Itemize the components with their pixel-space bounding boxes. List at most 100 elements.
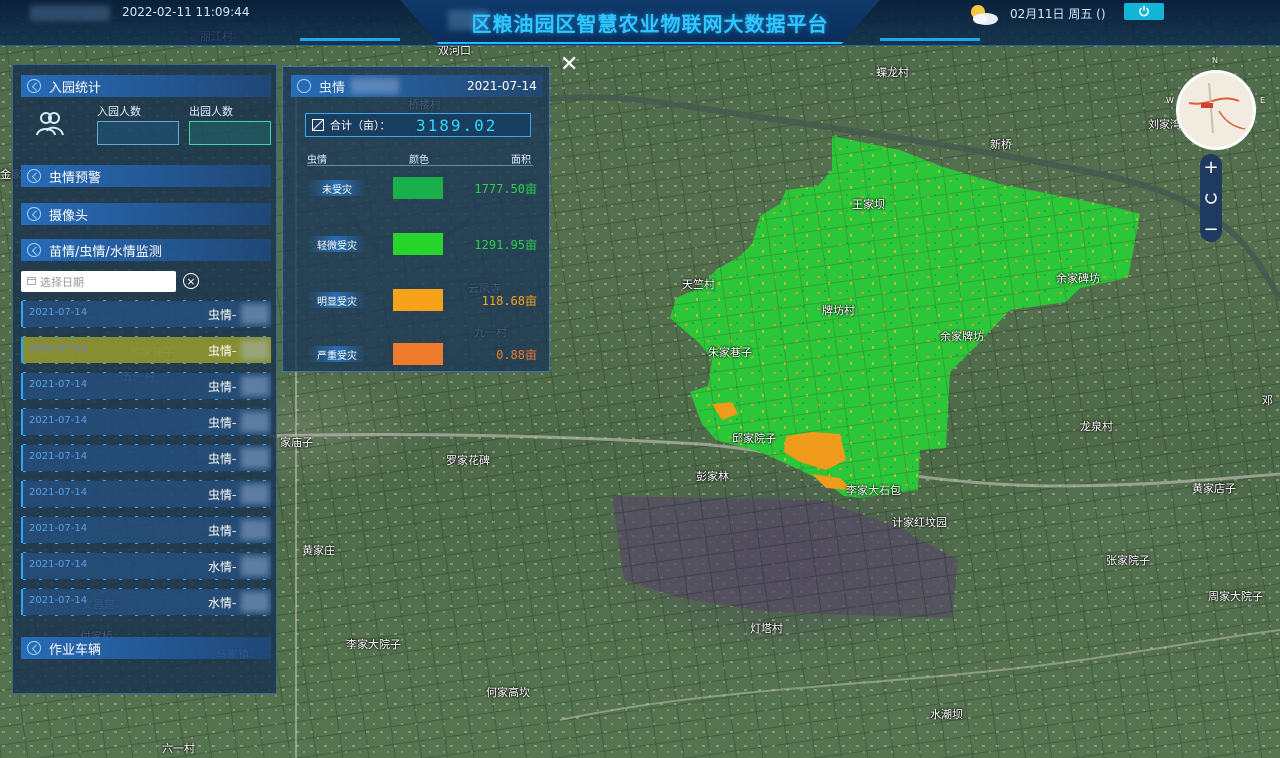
record-type: 虫情-	[208, 452, 237, 466]
record-type: 虫情-	[208, 488, 237, 502]
monitor-record-row[interactable]: 2021-07-14 水情-	[21, 552, 271, 580]
map-place-label: 黄家店子	[1192, 482, 1236, 495]
map-place-label: 水潮坝	[930, 708, 963, 721]
header-deco-line	[300, 38, 400, 41]
power-button[interactable]	[1124, 3, 1164, 20]
compass-icon[interactable]	[1176, 70, 1256, 150]
section-icon	[27, 641, 41, 655]
monitor-record-row[interactable]: 2021-07-14 虫情-	[21, 300, 271, 328]
section-pest-warning[interactable]: 虫情预警	[21, 165, 271, 187]
legend-area: 1291.95亩	[474, 238, 537, 252]
monitor-record-row[interactable]: 2021-07-14 虫情-	[21, 480, 271, 508]
record-date: 2021-07-14	[29, 307, 88, 318]
map-place-label: 灯塔村	[750, 622, 783, 635]
popup-date: 2021-07-14	[467, 79, 537, 93]
redacted-org	[30, 5, 110, 21]
compass-n-label: N	[1212, 56, 1218, 65]
map-place-label: 天竺村	[682, 278, 715, 291]
section-vehicles[interactable]: 作业车辆	[21, 637, 271, 659]
section-icon	[27, 207, 41, 221]
calendar-icon	[27, 275, 36, 288]
section-park-stats[interactable]: 入园统计	[21, 75, 271, 97]
record-type: 虫情-	[208, 380, 237, 394]
section-monitoring[interactable]: 苗情/虫情/水情监测	[21, 239, 271, 261]
map-zoom-control: + −	[1200, 154, 1222, 242]
date-picker-input[interactable]: 选择日期	[21, 271, 176, 292]
legend-area: 1777.50亩	[474, 182, 537, 196]
map-place-label: 计家红坟园	[892, 516, 947, 529]
clear-date-icon[interactable]: ×	[183, 273, 199, 289]
redacted-region	[241, 412, 269, 432]
column-header: 面积	[511, 155, 531, 166]
section-icon	[297, 79, 311, 93]
monitor-record-row[interactable]: 2021-07-14 虫情-	[21, 336, 271, 364]
map-place-label: 邓	[1262, 394, 1273, 407]
popup-title: 虫情	[319, 80, 346, 96]
record-type: 虫情-	[208, 524, 237, 538]
map-place-label: 六一村	[162, 742, 195, 755]
monitor-record-row[interactable]: 2021-07-14 虫情-	[21, 408, 271, 436]
record-date: 2021-07-14	[29, 379, 88, 390]
total-label: 合计（亩）：	[330, 119, 391, 132]
map-place-label: 新桥	[990, 138, 1012, 151]
close-icon[interactable]: ✕	[560, 54, 580, 76]
column-header: 虫情	[307, 155, 327, 166]
map-place-label: 家庙子	[280, 436, 313, 449]
legend-level: 明显受灾	[307, 292, 367, 308]
redacted-region	[241, 592, 269, 612]
divider	[307, 165, 533, 166]
map-place-label: 邱家院子	[732, 432, 776, 445]
redacted-region	[241, 304, 269, 324]
compass-w-label: W	[1166, 96, 1174, 105]
record-type: 水情-	[208, 560, 237, 574]
section-icon	[27, 79, 41, 93]
compass-e-label: E	[1260, 96, 1266, 105]
map-place-label: 蝶龙村	[876, 66, 909, 79]
header-deco-line	[880, 38, 980, 41]
section-icon	[27, 243, 41, 257]
record-date: 2021-07-14	[29, 415, 88, 426]
record-date: 2021-07-14	[29, 559, 88, 570]
current-datetime: 2022-02-11 11:09:44	[122, 5, 250, 19]
map-place-label: 牌坊村	[822, 304, 855, 317]
zoom-out-icon[interactable]: −	[1200, 218, 1222, 240]
pest-legend-row: 严重受灾 0.88亩	[307, 343, 537, 365]
monitor-record-row[interactable]: 2021-07-14 虫情-	[21, 516, 271, 544]
legend-level: 未受灾	[307, 180, 367, 196]
legend-color-swatch	[393, 289, 443, 311]
date-placeholder: 选择日期	[40, 275, 84, 289]
rotate-icon[interactable]	[1200, 187, 1222, 209]
legend-color-swatch	[393, 343, 443, 365]
section-camera[interactable]: 摄像头	[21, 203, 271, 225]
record-type: 水情-	[208, 596, 237, 610]
legend-level: 轻微受灾	[307, 236, 367, 252]
redacted-region	[241, 520, 269, 540]
record-date: 2021-07-14	[29, 451, 88, 462]
pest-legend-row: 轻微受灾 1291.95亩	[307, 233, 537, 255]
zoom-in-icon[interactable]: +	[1200, 156, 1222, 178]
page-title: 区粮油园区智慧农业物联网大数据平台	[471, 12, 829, 36]
total-value: 3189.02	[416, 116, 498, 135]
monitor-record-row[interactable]: 2021-07-14 虫情-	[21, 372, 271, 400]
monitor-record-row[interactable]: 2021-07-14 虫情-	[21, 444, 271, 472]
record-type: 虫情-	[208, 416, 237, 430]
record-date: 2021-07-14	[29, 523, 88, 534]
redacted-region	[241, 484, 269, 504]
map-place-label: 李家大院子	[346, 638, 401, 651]
section-title: 摄像头	[49, 208, 89, 224]
pest-info-popup: 虫情 2021-07-14 合计（亩）： 3189.02 虫情 颜色 面积 未受…	[282, 66, 550, 372]
redacted-region	[241, 448, 269, 468]
map-place-label: 周家大院子	[1208, 590, 1263, 603]
legend-level: 严重受灾	[307, 346, 367, 362]
legend-color-swatch	[393, 233, 443, 255]
monitor-record-row[interactable]: 2021-07-14 水情-	[21, 588, 271, 616]
section-title: 入园统计	[49, 80, 102, 96]
record-date: 2021-07-14	[29, 595, 88, 606]
map-place-label: 黄家庄	[302, 544, 335, 557]
popup-header: 虫情 2021-07-14	[291, 75, 543, 97]
map-place-label: 朱家巷子	[708, 346, 752, 359]
record-type: 虫情-	[208, 308, 237, 322]
pest-legend-row: 未受灾 1777.50亩	[307, 177, 537, 199]
map-place-label: 何家高坎	[486, 686, 530, 699]
visit-in-count	[97, 121, 179, 145]
